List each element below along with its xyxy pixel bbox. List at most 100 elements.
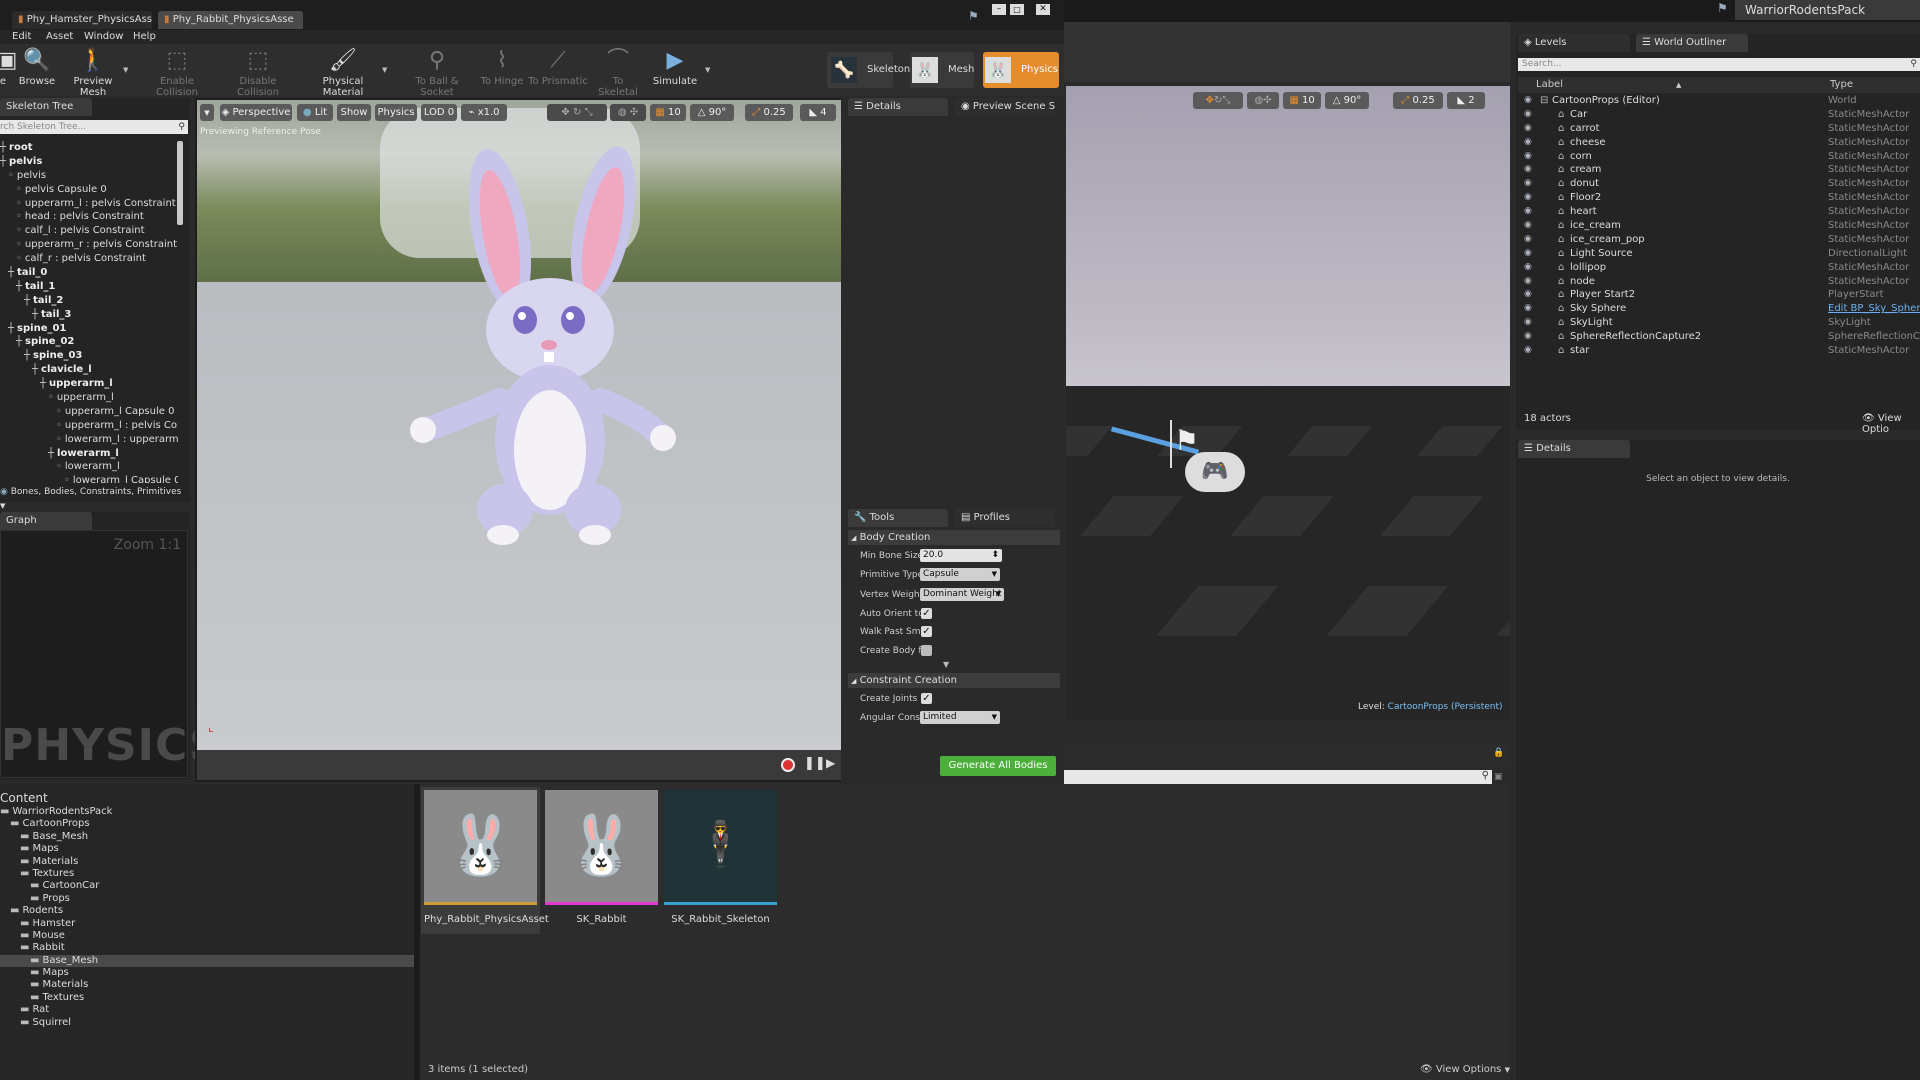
- tab-levels[interactable]: ◈ Levels: [1518, 34, 1630, 52]
- min-bone-size-field[interactable]: 20.0 ⬍: [920, 549, 1002, 562]
- create-joints-checkbox[interactable]: ✓: [921, 693, 932, 704]
- simulate-button[interactable]: ▶ Simulate: [652, 44, 698, 94]
- feedback-icon[interactable]: ⚑: [1717, 1, 1728, 15]
- perspective-button[interactable]: ◈ Perspective: [220, 104, 292, 121]
- to-prismatic-button[interactable]: ⟋ To Prismatic: [528, 44, 588, 94]
- folder-tree-item[interactable]: ▬ CartoonCar: [0, 880, 414, 892]
- record-icon[interactable]: [781, 758, 795, 772]
- lock-icon[interactable]: 🔒: [1493, 748, 1504, 758]
- outliner-row[interactable]: ◉ ⌂ Light Source DirectionalLight: [1518, 247, 1920, 261]
- tab-graph[interactable]: Graph: [0, 512, 92, 530]
- skeleton-tree-row[interactable]: ◦ pelvis: [0, 169, 178, 183]
- camera-speed-button[interactable]: ◣ 4: [800, 104, 836, 121]
- skeleton-filter-dropdown[interactable]: ◉ Bones, Bodies, Constraints, Primitives…: [0, 485, 186, 510]
- disable-collision-button[interactable]: ⬚ Disable Collision: [218, 44, 298, 98]
- folder-tree-item[interactable]: ▬ Maps: [0, 843, 414, 855]
- skeleton-tree-row[interactable]: ┼ lowerarm_l: [0, 447, 178, 461]
- actor-type-link[interactable]: Edit BP_Sky_Sphere: [1828, 302, 1920, 316]
- visibility-eye-icon[interactable]: ◉: [1524, 163, 1532, 177]
- transform-tools[interactable]: ✥↻⤡: [1193, 92, 1243, 109]
- enable-collision-button[interactable]: ⬚ Enable Collision: [140, 44, 214, 98]
- generate-all-bodies-button[interactable]: Generate All Bodies: [940, 756, 1056, 776]
- feedback-icon[interactable]: ⚑: [968, 9, 979, 23]
- skeleton-tree-row[interactable]: ◦ upperarm_l : pelvis Constraint: [0, 197, 178, 211]
- skeleton-tree-row[interactable]: ◦ head : pelvis Constraint: [0, 210, 178, 224]
- outliner-row[interactable]: ◉ ⌂ lollipop StaticMeshActor: [1518, 261, 1920, 275]
- skeleton-tree-row[interactable]: ◦ lowerarm_l: [0, 460, 178, 474]
- visibility-eye-icon[interactable]: ◉: [1524, 330, 1532, 344]
- skeleton-tree-row[interactable]: ┼ upperarm_l: [0, 377, 178, 391]
- skeleton-tree-row[interactable]: ◦ pelvis Capsule 0: [0, 183, 178, 197]
- folder-tree-item[interactable]: ▬ Rodents: [0, 905, 414, 917]
- browse-button[interactable]: 🔍 Browse: [16, 44, 58, 94]
- outliner-row[interactable]: ◉ ⌂ corn StaticMeshActor: [1518, 150, 1920, 164]
- outliner-row[interactable]: ◉ ⌂ SphereReflectionCapture2 SphereReflecti…: [1518, 330, 1920, 344]
- visibility-eye-icon[interactable]: ◉: [1524, 247, 1532, 261]
- close-icon[interactable]: ✕: [1036, 4, 1050, 15]
- content-view-options[interactable]: 👁 View Options ▼: [1420, 1064, 1510, 1075]
- skeleton-tree-row[interactable]: ┼ tail_3: [0, 308, 178, 322]
- to-skeletal-button[interactable]: ⌒ To Skeletal: [592, 44, 644, 98]
- outliner-row[interactable]: ◉ ⌂ donut StaticMeshActor: [1518, 177, 1920, 191]
- folder-tree-item[interactable]: ▬ Props: [0, 893, 414, 905]
- level-camera-speed-button[interactable]: ◣ 2: [1447, 92, 1485, 109]
- folder-tree-item[interactable]: ▬ Base_Mesh: [0, 831, 414, 843]
- angular-constraint-dropdown[interactable]: Limited: [920, 711, 1000, 724]
- visibility-eye-icon[interactable]: ◉: [1524, 261, 1532, 275]
- folder-tree-item[interactable]: ▬ Squirrel: [0, 1017, 414, 1029]
- folder-tree-item[interactable]: ▬ Textures: [0, 868, 414, 880]
- angle-snap-button[interactable]: △ 90°: [690, 104, 734, 121]
- visibility-eye-icon[interactable]: ◉: [1524, 302, 1532, 316]
- physical-material-button[interactable]: 🖌 Physical Material: [302, 44, 384, 98]
- visibility-eye-icon[interactable]: ◉: [1524, 205, 1532, 219]
- level-grid-snap-button[interactable]: ▦ 10: [1283, 92, 1321, 109]
- visibility-eye-icon[interactable]: ◉: [1524, 108, 1532, 122]
- skeleton-tree-row[interactable]: ◦ upperarm_l : pelvis Cons: [0, 419, 178, 433]
- physical-material-dropdown-icon[interactable]: ▼: [382, 66, 387, 74]
- outliner-row[interactable]: ◉ ⌂ SkyLight SkyLight: [1518, 316, 1920, 330]
- skeleton-tree-row[interactable]: ┼ clavicle_l: [0, 363, 178, 377]
- asset-thumbnail[interactable]: 🐰: [545, 790, 658, 902]
- outliner-row[interactable]: ◉ ⌂ node StaticMeshActor: [1518, 275, 1920, 289]
- visibility-eye-icon[interactable]: ◉: [1524, 150, 1532, 164]
- world-local-toggle[interactable]: ◍✣: [1247, 92, 1279, 109]
- visibility-eye-icon[interactable]: ◉: [1524, 219, 1532, 233]
- tab-world-outliner[interactable]: ☰ World Outliner: [1636, 34, 1748, 52]
- skeleton-tree-row[interactable]: ┼ tail_1: [0, 280, 178, 294]
- content-search-input[interactable]: ⚲: [1064, 770, 1492, 784]
- pause-icon[interactable]: ❚❚: [804, 756, 826, 771]
- label-column-header[interactable]: Label: [1536, 77, 1563, 93]
- skeleton-tree-row[interactable]: ┼ spine_03: [0, 349, 178, 363]
- skeleton-tree-row[interactable]: ◦ upperarm_l: [0, 391, 178, 405]
- show-button[interactable]: Show: [337, 104, 371, 121]
- outliner-row[interactable]: ◉ ⌂ Player Start2 PlayerStart: [1518, 288, 1920, 302]
- create-body-checkbox[interactable]: ✓: [921, 645, 932, 656]
- visibility-eye-icon[interactable]: ◉: [1524, 344, 1532, 358]
- tab-preview-scene[interactable]: ◉ Preview Scene S: [955, 98, 1055, 116]
- outliner-row[interactable]: ◉ ⌂ ice_cream_pop StaticMeshActor: [1518, 233, 1920, 247]
- outliner-row[interactable]: ◉ ⌂ carrot StaticMeshActor: [1518, 122, 1920, 136]
- tab-world-details[interactable]: ☰ Details: [1518, 440, 1630, 458]
- level-scale-snap-button[interactable]: ⤢ 0.25: [1393, 92, 1443, 109]
- skeleton-tree-row[interactable]: ◦ upperarm_l Capsule 0: [0, 405, 178, 419]
- tab-phy-hamster[interactable]: ▮ Phy_Hamster_PhysicsAsse: [12, 11, 152, 29]
- folder-tree-item[interactable]: ▬ Hamster: [0, 918, 414, 930]
- menu-window[interactable]: Window: [84, 31, 123, 42]
- expand-advanced-icon[interactable]: ▼: [943, 660, 949, 669]
- walk-past-checkbox[interactable]: ✓: [921, 626, 932, 637]
- mode-mesh[interactable]: 🐰 Mesh: [910, 52, 974, 88]
- outliner-row[interactable]: ◉ ⌂ heart StaticMeshActor: [1518, 205, 1920, 219]
- skeleton-tree-row[interactable]: ┼ root: [0, 141, 178, 155]
- viewport-options-button[interactable]: ▼: [200, 104, 214, 121]
- auto-orient-checkbox[interactable]: ✓: [921, 608, 932, 619]
- skeleton-tree-row[interactable]: ◦ calf_l : pelvis Constraint: [0, 224, 178, 238]
- scale-snap-button[interactable]: ⤢ 0.25: [745, 104, 793, 121]
- folder-tree-item[interactable]: ▬ Mouse: [0, 930, 414, 942]
- maximize-viewport-icon[interactable]: ⤢: [1494, 94, 1501, 104]
- skeleton-tree-row[interactable]: ◦ calf_r : pelvis Constraint: [0, 252, 178, 266]
- lit-button[interactable]: ● Lit: [297, 104, 333, 121]
- skeleton-tree-scrollbar[interactable]: [177, 141, 183, 225]
- menu-help[interactable]: Help: [133, 31, 156, 42]
- visibility-eye-icon[interactable]: ◉: [1524, 94, 1532, 108]
- outliner-row[interactable]: ◉ ⌂ ice_cream StaticMeshActor: [1518, 219, 1920, 233]
